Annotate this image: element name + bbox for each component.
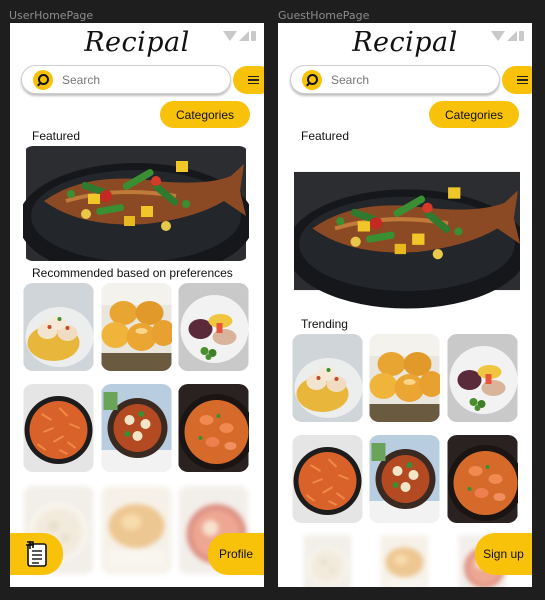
guest-home-page: Recipal Categories Featured Trending Sig… — [278, 23, 532, 587]
fish-dish-image — [23, 146, 249, 261]
search-icon — [33, 69, 53, 90]
search-bar[interactable] — [290, 65, 500, 94]
recipe-card-stew[interactable] — [292, 535, 363, 587]
hamburger-menu-icon — [516, 75, 528, 78]
categories-button[interactable]: Categories — [429, 101, 519, 128]
app-logo: Recipal — [84, 27, 190, 58]
hamburger-menu-icon — [247, 75, 259, 78]
recipe-card-pasta[interactable] — [292, 435, 363, 523]
signup-button[interactable]: Sign up — [475, 533, 532, 575]
featured-recipe-image[interactable] — [294, 150, 520, 312]
featured-title: Featured — [32, 129, 81, 143]
user-home-page: Recipal Categories Featured Recommended … — [10, 23, 264, 587]
menu-button[interactable] — [233, 66, 264, 94]
roast-image — [369, 535, 440, 587]
app-logo: Recipal — [352, 27, 458, 58]
scallops-image — [23, 283, 94, 371]
roast-image — [101, 486, 172, 574]
search-bar[interactable] — [21, 65, 231, 94]
frame-label-guest: GuestHomePage — [278, 9, 370, 22]
recipe-card-roast[interactable] — [101, 486, 172, 574]
recipe-notes-icon — [25, 540, 49, 568]
stew-image — [292, 535, 363, 587]
skillet-image — [101, 384, 172, 472]
curry-image — [178, 384, 249, 472]
fish-dish-image — [294, 150, 520, 312]
recipe-card-buns[interactable] — [101, 283, 172, 371]
buns-image — [369, 334, 440, 422]
trending-title: Trending — [301, 317, 348, 331]
categories-button[interactable]: Categories — [160, 101, 250, 128]
profile-button[interactable]: Profile — [208, 533, 264, 575]
recipe-card-skillet[interactable] — [369, 435, 440, 523]
curry-image — [447, 435, 518, 523]
search-icon — [302, 69, 322, 90]
frame-label-user: UserHomePage — [9, 9, 94, 22]
recipe-card-curry[interactable] — [447, 435, 518, 523]
recipe-card-scallops[interactable] — [23, 283, 94, 371]
featured-recipe-image[interactable] — [23, 146, 249, 261]
skillet-image — [369, 435, 440, 523]
recipe-card-plate[interactable] — [447, 334, 518, 422]
search-input[interactable] — [331, 72, 481, 87]
pasta-image — [23, 384, 94, 472]
recipe-card-scallops[interactable] — [292, 334, 363, 422]
plate-image — [178, 283, 249, 371]
recipe-card-curry[interactable] — [178, 384, 249, 472]
scallops-image — [292, 334, 363, 422]
recipe-card-pasta[interactable] — [23, 384, 94, 472]
buns-image — [101, 283, 172, 371]
plate-image — [447, 334, 518, 422]
recipe-card-roast[interactable] — [369, 535, 440, 587]
recommended-title: Recommended based on preferences — [32, 266, 233, 280]
featured-title: Featured — [301, 129, 350, 143]
recipe-card-plate[interactable] — [178, 283, 249, 371]
recipe-card-buns[interactable] — [369, 334, 440, 422]
pasta-image — [292, 435, 363, 523]
my-recipes-button[interactable] — [10, 533, 63, 575]
search-input[interactable] — [62, 72, 212, 87]
recipe-card-skillet[interactable] — [101, 384, 172, 472]
menu-button[interactable] — [502, 66, 532, 94]
